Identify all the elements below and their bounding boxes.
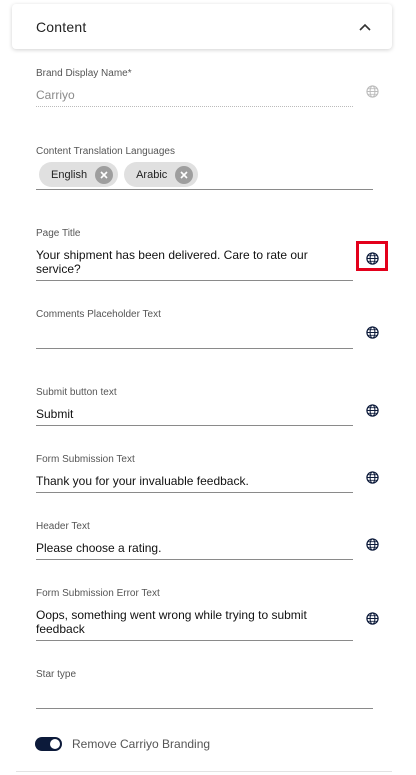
input-text-line: Oops, something went wrong while trying … (36, 608, 307, 622)
field-label: Page Title (36, 228, 81, 239)
divider (16, 771, 392, 772)
content-section-header[interactable]: Content (12, 4, 392, 49)
input-text-line: service? (36, 262, 81, 276)
field-label: Form Submission Text (36, 454, 135, 465)
field-label: Star type (36, 669, 77, 680)
brand-display-name-field: Brand Display Name* Carriyo (36, 68, 353, 107)
globe-icon[interactable] (365, 403, 379, 417)
form-submission-error-input[interactable]: Oops, something went wrong while trying … (36, 608, 353, 641)
globe-icon[interactable] (365, 611, 379, 625)
globe-icon[interactable] (365, 325, 379, 339)
section-title: Content (36, 18, 87, 35)
submit-button-text-input[interactable]: Submit (36, 407, 353, 426)
close-circle-icon[interactable] (95, 165, 114, 184)
page-title-field: Page Title Your shipment has been delive… (36, 228, 353, 281)
chevron-up-icon[interactable] (358, 20, 372, 34)
header-text-input[interactable]: Please choose a rating. (36, 541, 353, 560)
close-circle-icon[interactable] (175, 165, 194, 184)
page-title-input[interactable]: Your shipment has been delivered. Care t… (36, 248, 353, 281)
translation-languages-field: Content Translation Languages (36, 146, 175, 158)
comments-placeholder-field: Comments Placeholder Text (36, 309, 353, 349)
field-label: Submit button text (36, 387, 117, 398)
form-submission-text-field: Form Submission Text Thank you for your … (36, 454, 353, 493)
toggle-label: Remove Carriyo Branding (72, 737, 211, 751)
chip-label: English (51, 168, 88, 181)
field-label: Form Submission Error Text (36, 588, 160, 599)
submit-button-text-field: Submit button text Submit (36, 387, 353, 426)
form-submission-error-field: Form Submission Error Text Oops, somethi… (36, 588, 353, 641)
chip-label: Arabic (136, 168, 168, 181)
language-chip-arabic: Arabic (124, 162, 199, 187)
star-type-select[interactable] (36, 691, 373, 709)
globe-icon[interactable] (365, 537, 379, 551)
field-label: Header Text (36, 521, 90, 532)
field-label: Brand Display Name* (36, 68, 132, 79)
brand-display-name-input: Carriyo (36, 88, 353, 107)
star-type-field: Star type (36, 669, 373, 709)
remove-branding-row: Remove Carriyo Branding (35, 737, 210, 751)
language-chip-english: English (39, 162, 119, 187)
field-label: Comments Placeholder Text (36, 309, 161, 320)
input-text-line: Your shipment has been delivered. Care t… (36, 248, 308, 262)
globe-icon[interactable] (356, 241, 388, 271)
form-submission-text-input[interactable]: Thank you for your invaluable feedback. (36, 474, 353, 493)
input-text-line: feedback (36, 622, 85, 636)
translation-languages-select[interactable]: English Arabic (36, 162, 373, 190)
toggle-knob (50, 739, 60, 749)
header-text-field: Header Text Please choose a rating. (36, 521, 353, 560)
globe-icon[interactable] (365, 470, 379, 484)
field-label: Content Translation Languages (36, 146, 175, 157)
globe-icon (365, 84, 379, 98)
comments-placeholder-input[interactable] (36, 331, 353, 349)
remove-branding-toggle[interactable] (35, 737, 62, 751)
